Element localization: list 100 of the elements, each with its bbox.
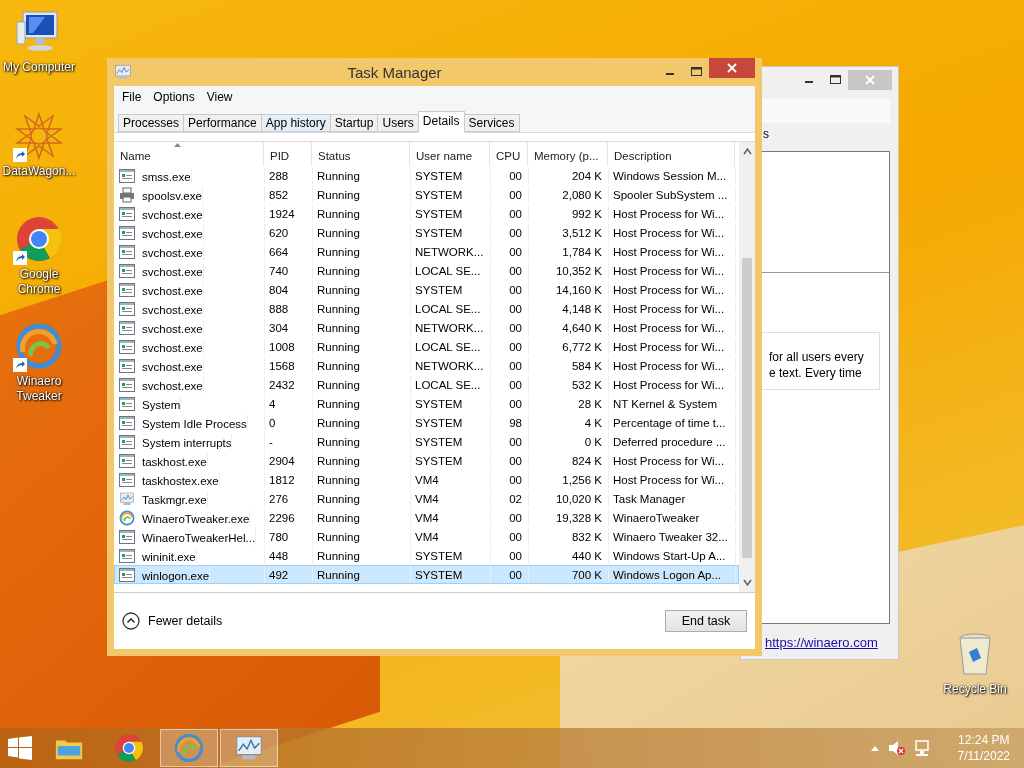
column-header[interactable]: PID xyxy=(264,142,312,166)
table-cell: Host Process for Wi... xyxy=(609,243,736,260)
column-header[interactable]: Memory (p... xyxy=(528,142,608,166)
process-row[interactable]: spoolsv.exe 852 Running SYSTEM 00 2,080 K Spooler SubSystem ... xyxy=(114,185,739,204)
collapse-chevron-icon[interactable] xyxy=(122,612,140,630)
program-window-icon xyxy=(119,357,135,374)
column-header[interactable]: Name xyxy=(114,142,264,166)
tab[interactable]: Performance xyxy=(183,114,262,132)
taskbar-app-button[interactable] xyxy=(160,729,218,767)
table-cell: Running xyxy=(313,433,411,450)
muted-speaker-icon[interactable] xyxy=(887,740,906,756)
table-cell: 6,772 K xyxy=(529,338,609,355)
process-row[interactable]: svchost.exe 1008 Running LOCAL SE... 00 6,772 K Host Process for Wi... xyxy=(114,337,739,356)
caret-up-icon[interactable] xyxy=(869,744,880,752)
process-row[interactable]: WinaeroTweakerHel... 780 Running VM4 00 832 K Winaero Tweaker 32... xyxy=(114,527,739,546)
program-window-icon xyxy=(119,243,135,260)
close-button[interactable] xyxy=(709,58,755,78)
program-window-icon xyxy=(119,319,135,336)
process-row[interactable]: wininit.exe 448 Running SYSTEM 00 440 K Windows Start-Up A... xyxy=(114,546,739,565)
scroll-thumb[interactable] xyxy=(742,258,752,558)
process-row[interactable]: svchost.exe 740 Running LOCAL SE... 00 10,352 K Host Process for Wi... xyxy=(114,261,739,280)
tab[interactable]: Processes xyxy=(118,114,185,132)
table-cell: 4 xyxy=(265,395,313,412)
table-cell: Host Process for Wi... xyxy=(609,376,736,393)
process-row[interactable]: winlogon.exe 492 Running SYSTEM 00 700 K Windows Logon Ap... xyxy=(114,565,739,584)
process-name: svchost.exe xyxy=(138,205,204,222)
program-window-icon xyxy=(119,395,135,412)
table-cell: Running xyxy=(313,471,411,488)
table-cell: 98 xyxy=(491,414,529,431)
swirl-icon xyxy=(174,733,204,763)
process-row[interactable]: svchost.exe 2432 Running LOCAL SE... 00 532 K Host Process for Wi... xyxy=(114,375,739,394)
process-name: System Idle Process xyxy=(138,414,248,431)
table-cell: 14,160 K xyxy=(529,281,609,298)
process-row[interactable]: taskhostex.exe 1812 Running VM4 00 1,256 K Host Process for Wi... xyxy=(114,470,739,489)
menu-item[interactable]: Options xyxy=(149,90,199,104)
table-cell: 1812 xyxy=(265,471,313,488)
process-row[interactable]: System interrupts - Running SYSTEM 00 0 K Deferred procedure ... xyxy=(114,432,739,451)
process-row[interactable]: WinaeroTweaker.exe 2296 Running VM4 00 19,328 K WinaeroTweaker xyxy=(114,508,739,527)
tab[interactable]: Users xyxy=(377,114,419,132)
table-cell: 00 xyxy=(491,509,529,526)
process-row[interactable]: System 4 Running SYSTEM 00 28 K NT Kernel & System xyxy=(114,394,739,413)
table-cell: 00 xyxy=(491,262,529,279)
table-cell: Running xyxy=(313,414,411,431)
table-cell: 00 xyxy=(491,547,529,564)
program-window-icon xyxy=(119,300,135,317)
table-cell: Running xyxy=(313,490,411,507)
table-cell: Running xyxy=(313,243,411,260)
swirl-icon xyxy=(119,509,135,526)
program-window-icon xyxy=(119,433,135,450)
network-icon[interactable] xyxy=(913,739,932,757)
taskbar-app-button[interactable] xyxy=(220,729,278,767)
table-cell: NT Kernel & System xyxy=(609,395,736,412)
process-row[interactable]: svchost.exe 1924 Running SYSTEM 00 992 K Host Process for Wi... xyxy=(114,204,739,223)
column-header[interactable]: User name xyxy=(410,142,490,166)
table-cell: 2296 xyxy=(265,509,313,526)
menu-item[interactable]: View xyxy=(202,90,237,104)
process-row[interactable]: Taskmgr.exe 276 Running VM4 02 10,020 K Task Manager xyxy=(114,489,739,508)
scrollbar[interactable] xyxy=(739,142,755,592)
tab[interactable]: Startup xyxy=(329,114,379,132)
table-cell: 00 xyxy=(491,243,529,260)
column-header[interactable]: CPU xyxy=(490,142,528,166)
tab[interactable]: Details xyxy=(417,111,465,133)
tab[interactable]: Services xyxy=(463,114,520,132)
table-cell: NETWORK... xyxy=(411,319,491,336)
monitor-graph-icon xyxy=(119,490,135,507)
website-link[interactable]: https://winaero.com xyxy=(765,635,878,650)
table-cell: 4,640 K xyxy=(529,319,609,336)
table-cell: Spooler SubSystem ... xyxy=(609,186,736,203)
process-row[interactable]: smss.exe 288 Running SYSTEM 00 204 K Windows Session M... xyxy=(114,166,739,185)
table-cell: 492 xyxy=(265,566,313,583)
column-header[interactable]: Description xyxy=(608,142,735,166)
table-cell: Running xyxy=(313,376,411,393)
table-cell: 664 xyxy=(265,243,313,260)
menu-item[interactable]: File xyxy=(118,90,146,104)
process-row[interactable]: svchost.exe 664 Running NETWORK... 00 1,784 K Host Process for Wi... xyxy=(114,242,739,261)
process-row[interactable]: svchost.exe 888 Running LOCAL SE... 00 4,148 K Host Process for Wi... xyxy=(114,299,739,318)
table-cell: LOCAL SE... xyxy=(411,300,491,317)
table-cell: VM4 xyxy=(411,509,491,526)
table-cell: 888 xyxy=(265,300,313,317)
process-row[interactable]: svchost.exe 1568 Running NETWORK... 00 584 K Host Process for Wi... xyxy=(114,356,739,375)
table-cell: Host Process for Wi... xyxy=(609,281,736,298)
table-cell: Percentage of time t... xyxy=(609,414,736,431)
table-cell: 780 xyxy=(265,528,313,545)
process-row[interactable]: svchost.exe 304 Running NETWORK... 00 4,640 K Host Process for Wi... xyxy=(114,318,739,337)
windows-logo-icon[interactable] xyxy=(8,736,32,760)
chrome-icon xyxy=(15,215,63,263)
table-cell: 584 K xyxy=(529,357,609,374)
process-row[interactable]: taskhost.exe 2904 Running SYSTEM 00 824 K Host Process for Wi... xyxy=(114,451,739,470)
window-title: Task Manager xyxy=(346,63,443,81)
process-row[interactable]: System Idle Process 0 Running SYSTEM 98 4 K Percentage of time t... xyxy=(114,413,739,432)
table-cell: Host Process for Wi... xyxy=(609,205,736,222)
process-row[interactable]: svchost.exe 804 Running SYSTEM 00 14,160 K Host Process for Wi... xyxy=(114,280,739,299)
table-cell: SYSTEM xyxy=(411,395,491,412)
process-row[interactable]: svchost.exe 620 Running SYSTEM 00 3,512 K Host Process for Wi... xyxy=(114,223,739,242)
end-task-button[interactable]: End task xyxy=(665,610,747,632)
table-cell: 204 K xyxy=(529,167,609,184)
column-header[interactable]: Status xyxy=(312,142,410,166)
fewer-details-link[interactable]: Fewer details xyxy=(148,614,223,628)
tab[interactable]: App history xyxy=(260,114,331,132)
table-cell: 00 xyxy=(491,281,529,298)
